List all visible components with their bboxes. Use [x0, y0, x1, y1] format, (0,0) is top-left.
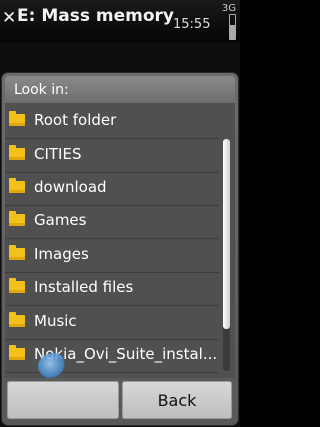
network-indicator: 3G: [221, 3, 236, 14]
dialog-header: Look in:: [5, 76, 235, 102]
battery-icon: [229, 14, 236, 40]
list-item-nokia-ovi-suite[interactable]: Nokia_Ovi_Suite_instal...: [5, 339, 219, 373]
back-button-label: Back: [157, 391, 197, 410]
list-item-cities[interactable]: CITIES: [5, 139, 219, 173]
folder-icon: [9, 178, 25, 193]
folder-icon: [9, 345, 25, 360]
title-bar: ✕ E: Mass memory 3G 15:55: [0, 0, 240, 42]
watermark-logo: [38, 353, 68, 378]
scroll-thumb[interactable]: [223, 139, 230, 329]
folder-icon: [9, 245, 25, 260]
look-in-dialog: Look in: Root folder CITIES download Gam…: [2, 73, 238, 425]
folder-icon: [9, 211, 25, 226]
list-item-label: CITIES: [34, 145, 82, 163]
clock: 15:55: [173, 17, 211, 32]
close-icon[interactable]: ✕: [2, 9, 16, 27]
scrollbar[interactable]: [223, 139, 230, 371]
left-softkey-button[interactable]: [7, 381, 119, 419]
list-item-label: Installed files: [34, 278, 134, 296]
list-item-label: Games: [34, 211, 87, 229]
list-item-music[interactable]: Music: [5, 306, 219, 340]
list-item-games[interactable]: Games: [5, 205, 219, 239]
window-title: E: Mass memory: [17, 6, 174, 26]
list-item-label: Root folder: [34, 111, 117, 129]
list-item-installed-files[interactable]: Installed files: [5, 272, 219, 306]
button-row: Back: [5, 379, 235, 422]
list-item-label: Images: [34, 245, 89, 263]
back-button[interactable]: Back: [122, 381, 232, 419]
folder-icon: [9, 278, 25, 293]
dialog-title: Look in:: [14, 82, 69, 98]
list-item-images[interactable]: Images: [5, 239, 219, 273]
folder-icon: [9, 111, 25, 126]
list-item-label: Music: [34, 312, 77, 330]
folder-list[interactable]: Root folder CITIES download Games Images…: [5, 103, 235, 378]
list-item-label: download: [34, 178, 107, 196]
folder-icon: [9, 312, 25, 327]
list-item-root-folder[interactable]: Root folder: [5, 105, 219, 139]
folder-icon: [9, 145, 25, 160]
list-item-download[interactable]: download: [5, 172, 219, 206]
